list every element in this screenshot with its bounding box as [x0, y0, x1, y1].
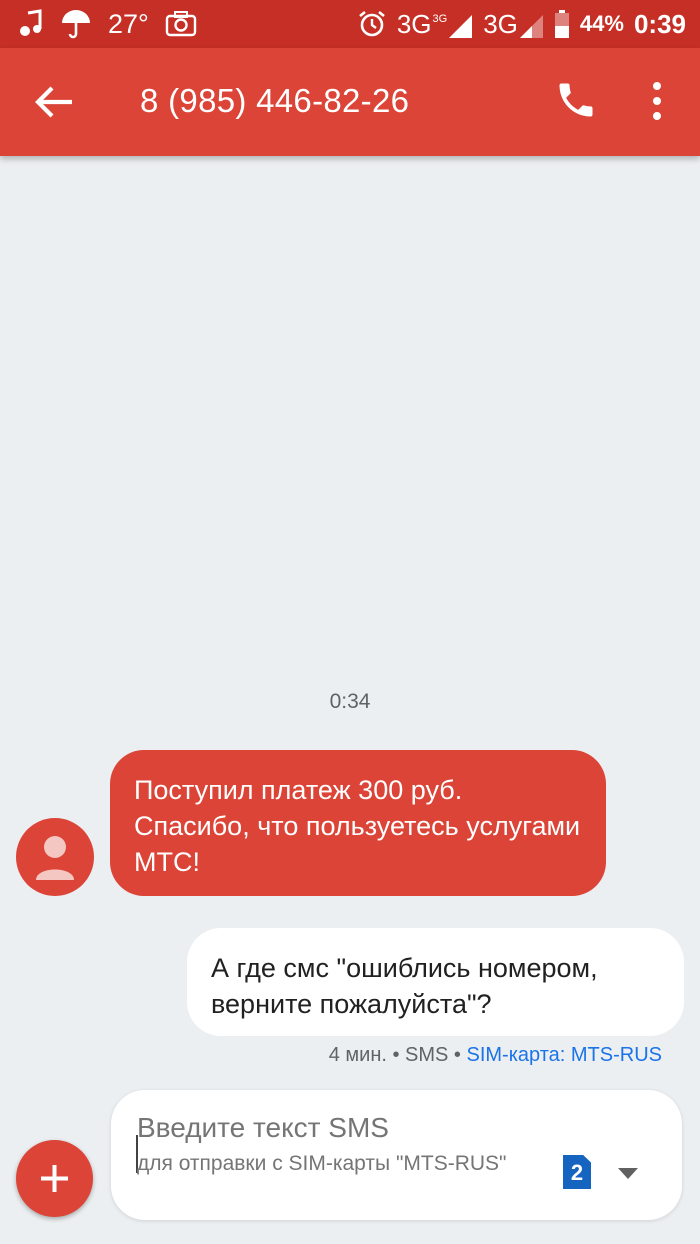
compose-sim-hint: для отправки с SIM-карты "MTS-RUS" [137, 1152, 507, 1175]
compose-field[interactable]: Введите текст SMS для отправки с SIM-кар… [111, 1090, 682, 1220]
message-timestamp: 0:34 [329, 690, 371, 713]
network-indicator-1: 3G 3G [397, 9, 473, 39]
message-status: 4 мин. • SMS • SIM-карта: MTS-RUS [329, 1044, 662, 1067]
compose-placeholder: Введите текст SMS [137, 1112, 389, 1143]
status-time: 0:39 [633, 8, 686, 39]
battery-icon [554, 10, 569, 38]
battery-percent: 44% [579, 11, 624, 36]
message-sim-label: SIM-карта: MTS-RUS [466, 1044, 663, 1066]
attach-button[interactable] [16, 1140, 93, 1217]
alarm-icon [359, 10, 385, 37]
music-note-icon [20, 9, 42, 36]
plus-icon [41, 1165, 68, 1192]
umbrella-icon [62, 10, 90, 39]
dropdown-icon[interactable] [617, 1167, 639, 1181]
incoming-message[interactable]: Поступил платеж 300 руб. Спасибо, что по… [110, 750, 606, 896]
signal-icon [449, 15, 473, 38]
temperature: 27° [108, 8, 149, 39]
contact-title: 8 (985) 446-82-26 [140, 82, 410, 119]
person-icon [36, 836, 74, 880]
more-vert-icon[interactable] [640, 78, 674, 124]
phone-icon[interactable] [554, 78, 598, 122]
outgoing-message[interactable]: А где смс "ошиблись номером, верните пож… [187, 928, 684, 1036]
contact-avatar[interactable] [16, 818, 94, 896]
status-bar: 27° 3G 3G 3G 44% 0:39 [0, 0, 700, 48]
camera-icon [165, 11, 197, 37]
app-bar: 8 (985) 446-82-26 [0, 48, 700, 156]
message-status-time: 4 мин. • SMS • [328, 1044, 461, 1066]
network-indicator-2: 3G [483, 9, 544, 39]
signal-icon [519, 15, 543, 38]
sim-card-icon[interactable]: 2 [563, 1155, 591, 1189]
back-arrow-icon[interactable] [32, 80, 76, 124]
